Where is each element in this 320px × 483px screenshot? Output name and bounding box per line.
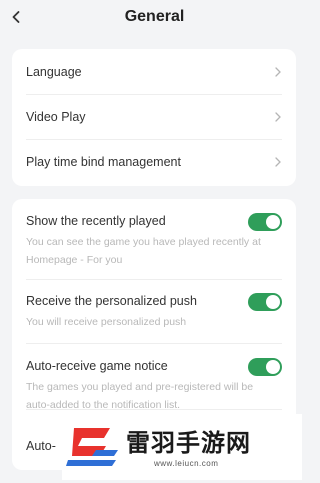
setting-recently-played: Show the recently played You can see the…	[26, 213, 282, 274]
toggle-knob	[266, 215, 280, 229]
play-time-bind-label: Play time bind management	[26, 155, 181, 169]
setting-title: Show the recently played	[26, 214, 166, 228]
divider	[26, 409, 282, 410]
video-play-label: Video Play	[26, 110, 86, 124]
play-time-bind-row[interactable]: Play time bind management	[26, 139, 282, 184]
personalized-push-toggle[interactable]	[248, 293, 282, 311]
logo-mark-icon	[66, 428, 118, 466]
nav-card: Language Video Play Play time bind manag…	[12, 49, 296, 186]
setting-personalized-push: Receive the personalized push You will r…	[26, 293, 282, 334]
toggle-knob	[266, 295, 280, 309]
language-row[interactable]: Language	[26, 49, 282, 94]
setting-description: You can see the game you have played rec…	[26, 236, 261, 266]
toggle-knob	[266, 360, 280, 374]
setting-auto-receive-notice: Auto-receive game notice The games you p…	[26, 358, 282, 419]
watermark-url: www.leiucn.com	[154, 459, 219, 468]
header-bar: General	[0, 0, 309, 36]
setting-description: You will receive personalized push	[26, 316, 187, 328]
chevron-right-icon	[275, 112, 281, 122]
language-label: Language	[26, 64, 82, 79]
recently-played-toggle[interactable]	[248, 213, 282, 231]
chevron-right-icon	[275, 157, 281, 167]
auto-receive-toggle[interactable]	[248, 358, 282, 376]
setting-title: Auto-	[26, 439, 56, 453]
setting-title: Auto-receive game notice	[26, 359, 168, 373]
divider	[26, 343, 282, 344]
video-play-row[interactable]: Video Play	[26, 94, 282, 139]
divider	[26, 279, 282, 280]
chevron-right-icon	[275, 66, 281, 77]
page-title: General	[124, 8, 185, 25]
watermark-text: 雷羽手游网	[126, 430, 251, 457]
setting-title: Receive the personalized push	[26, 294, 197, 308]
watermark-logo: 雷羽手游网 www.leiucn.com	[62, 414, 302, 480]
